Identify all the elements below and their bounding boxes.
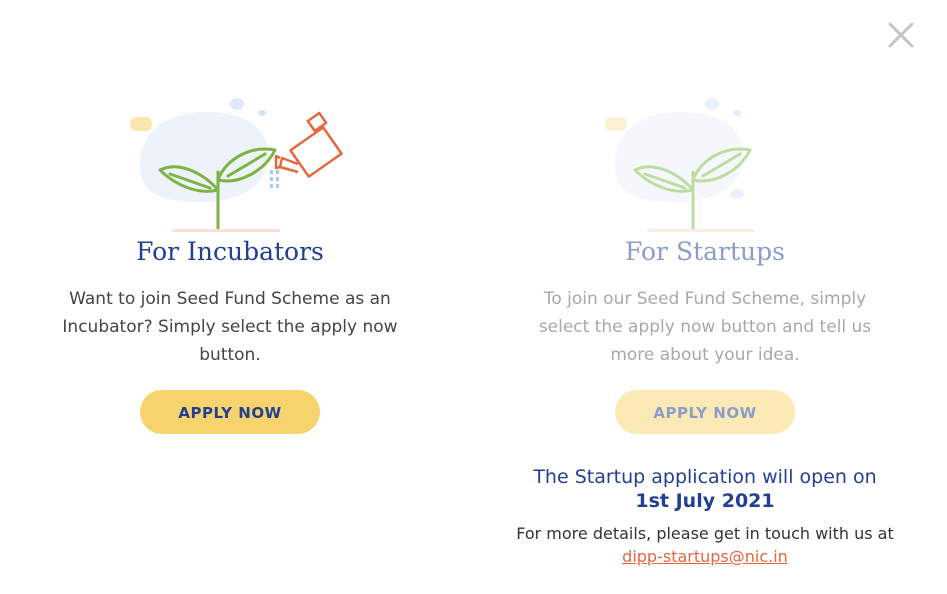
incubators-title: For Incubators xyxy=(136,237,324,266)
incubators-description: Want to join Seed Fund Scheme as an Incu… xyxy=(62,289,398,365)
close-button[interactable] xyxy=(886,20,916,50)
plant-icon xyxy=(605,98,755,232)
startups-apply-button[interactable]: APPLY NOW xyxy=(615,390,795,434)
contact-text: For more details, please get in touch wi… xyxy=(516,524,894,543)
plant-watering-can-icon xyxy=(130,98,343,232)
notice-date: 1st July 2021 xyxy=(635,490,775,512)
incubators-apply-button[interactable]: APPLY NOW xyxy=(140,390,320,434)
incubators-card: For Incubators Want to join Seed Fund Sc… xyxy=(40,90,420,434)
startups-card: For Startups To join our Seed Fund Schem… xyxy=(515,90,895,434)
startup-notice: The Startup application will open on 1st… xyxy=(485,466,925,567)
notice-text: The Startup application will open on xyxy=(533,466,877,488)
close-icon[interactable] xyxy=(886,20,916,50)
startups-title: For Startups xyxy=(625,237,785,266)
startups-description: To join our Seed Fund Scheme, simply sel… xyxy=(538,289,872,365)
email-link[interactable]: dipp-startups@nic.in xyxy=(622,547,788,566)
